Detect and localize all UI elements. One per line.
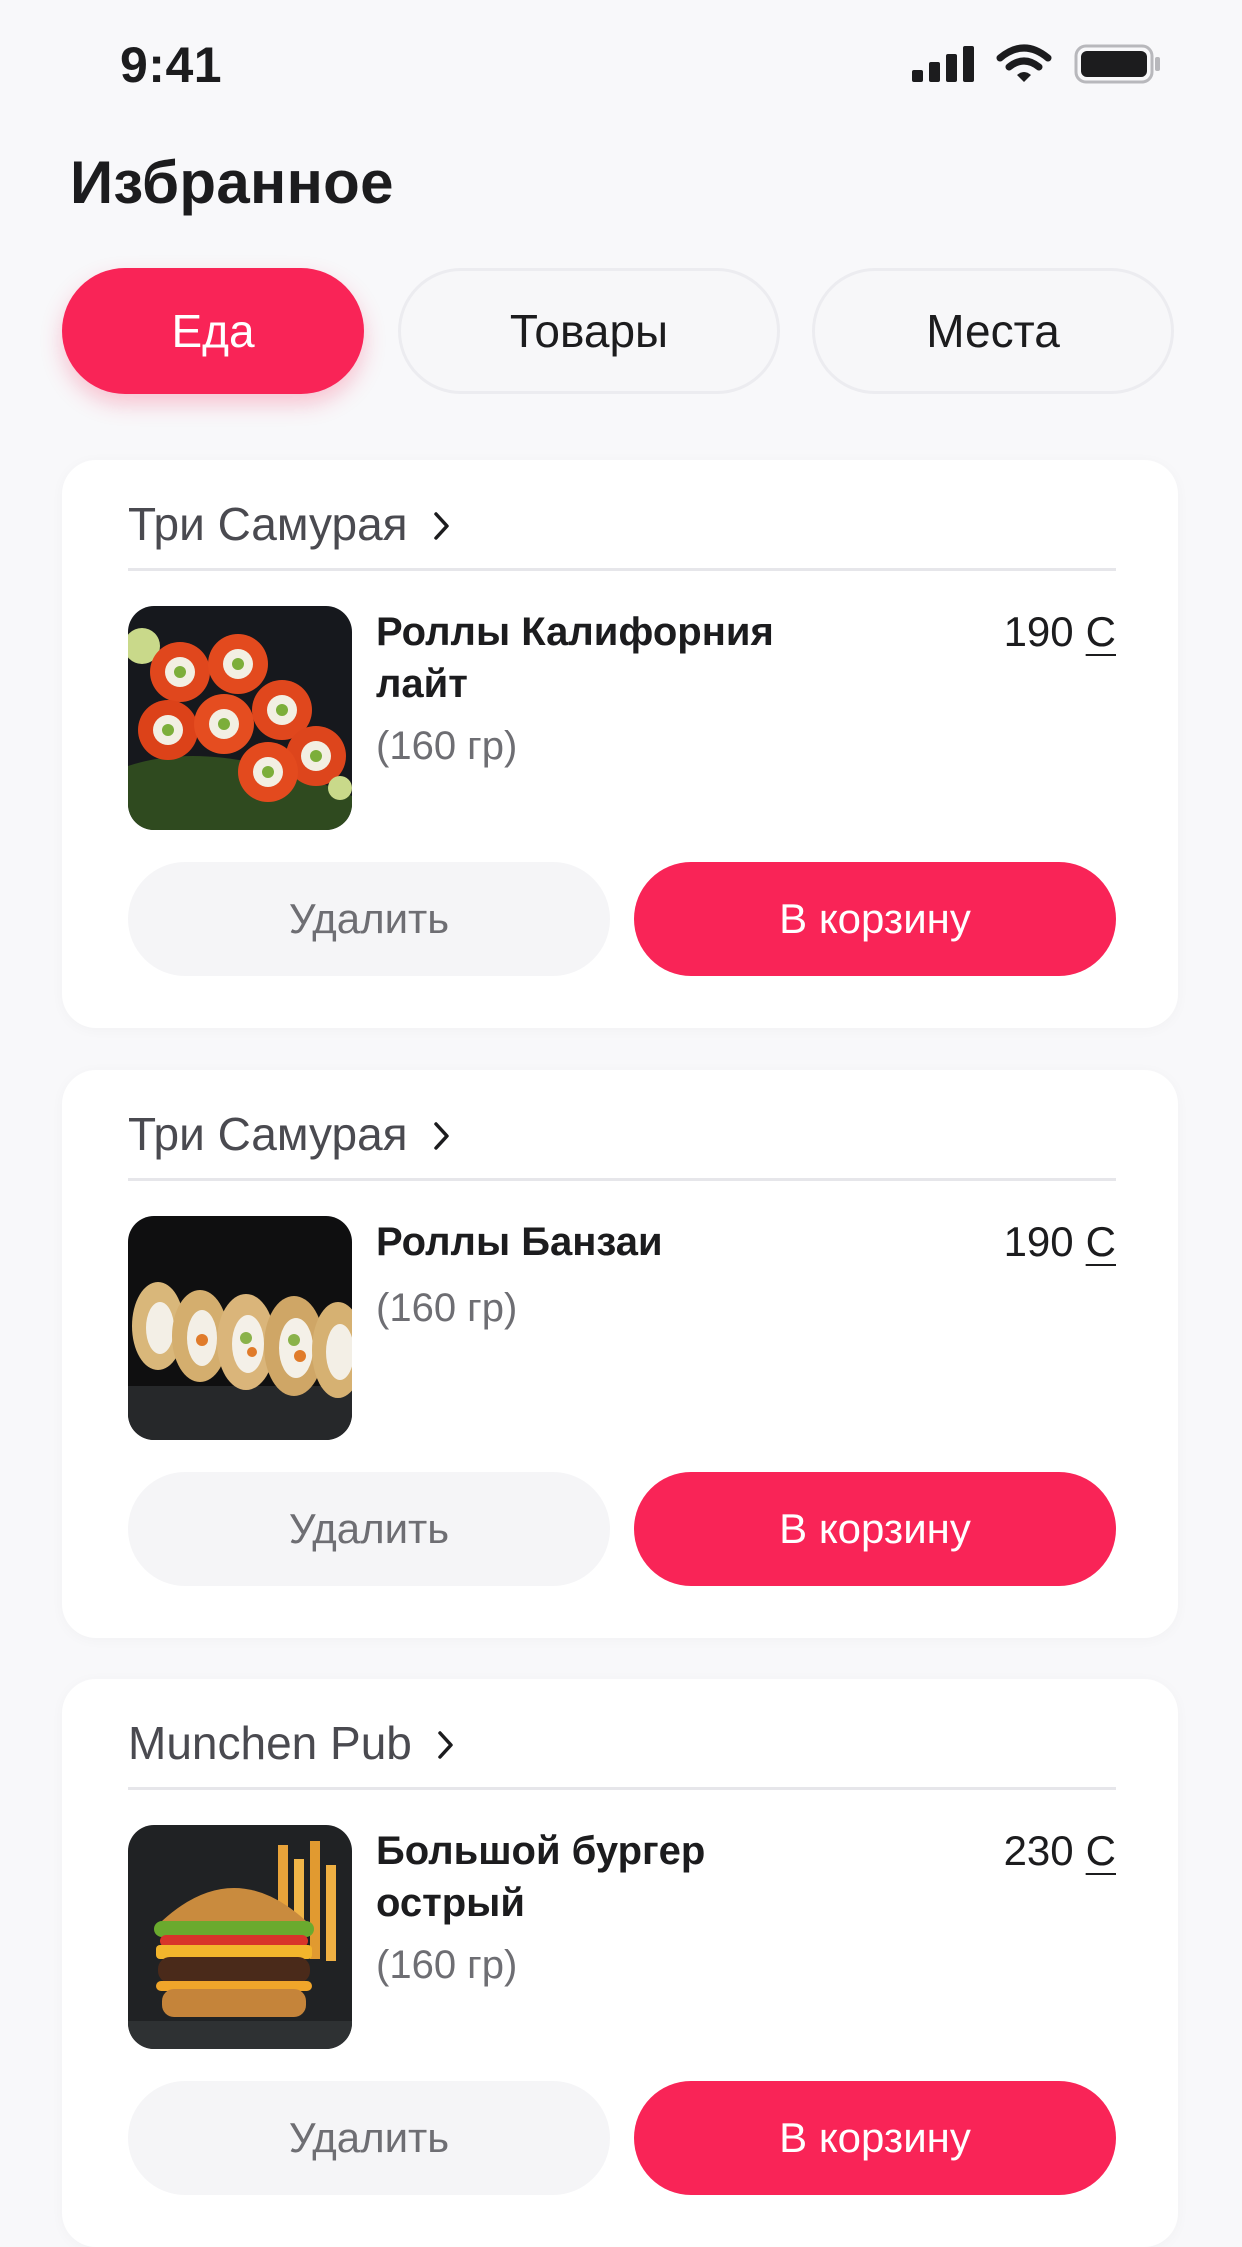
add-to-cart-button[interactable]: В корзину bbox=[634, 2081, 1116, 2195]
product-image[interactable] bbox=[128, 1825, 352, 2049]
favorite-card: Три Самурая Роллы Калифорния лайт (160 г… bbox=[62, 460, 1178, 1028]
product-image[interactable] bbox=[128, 606, 352, 830]
product-price: 230 С bbox=[1004, 1825, 1116, 1877]
product-price: 190 С bbox=[1004, 1216, 1116, 1268]
currency-symbol: С bbox=[1085, 1218, 1116, 1265]
remove-button[interactable]: Удалить bbox=[128, 1472, 610, 1586]
cellular-signal-icon bbox=[912, 46, 974, 82]
chevron-right-icon bbox=[438, 1731, 453, 1759]
tab-goods[interactable]: Товары bbox=[398, 268, 780, 394]
remove-button[interactable]: Удалить bbox=[128, 862, 610, 976]
status-time: 9:41 bbox=[120, 37, 223, 93]
price-value: 190 bbox=[1003, 1218, 1074, 1265]
status-bar: 9:41 bbox=[0, 0, 1242, 130]
add-to-cart-button[interactable]: В корзину bbox=[634, 862, 1116, 976]
shop-name: Три Самурая bbox=[128, 498, 408, 550]
tab-places[interactable]: Места bbox=[812, 268, 1174, 394]
shop-link[interactable]: Три Самурая bbox=[128, 1106, 1116, 1181]
status-icons bbox=[912, 44, 1162, 84]
product-price: 190 С bbox=[1004, 606, 1116, 658]
product-weight: (160 гр) bbox=[376, 724, 518, 768]
chevron-right-icon bbox=[433, 1122, 449, 1150]
remove-button[interactable]: Удалить bbox=[128, 2081, 610, 2195]
chevron-right-icon bbox=[433, 512, 449, 540]
category-tabs: Еда Товары Места bbox=[62, 268, 1174, 394]
page-title: Избранное bbox=[70, 149, 394, 216]
product-weight: (160 гр) bbox=[376, 1286, 518, 1330]
shop-link[interactable]: Три Самурая bbox=[128, 496, 1116, 571]
shop-link[interactable]: Munchen Pub bbox=[128, 1715, 1116, 1790]
price-value: 190 bbox=[1003, 608, 1074, 655]
product-image[interactable] bbox=[128, 1216, 352, 1440]
shop-name: Munchen Pub bbox=[128, 1717, 412, 1769]
product-name[interactable]: Роллы Калифорния лайт bbox=[376, 606, 836, 710]
favorite-card: Три Самурая Роллы Банзаи (160 гр) 190 С … bbox=[62, 1070, 1178, 1638]
currency-symbol: С bbox=[1085, 608, 1116, 655]
shop-name: Три Самурая bbox=[128, 1108, 408, 1160]
tab-food[interactable]: Еда bbox=[62, 268, 364, 394]
currency-symbol: С bbox=[1085, 1827, 1116, 1874]
wifi-icon bbox=[996, 44, 1052, 82]
price-value: 230 bbox=[1003, 1827, 1074, 1874]
battery-icon bbox=[1074, 44, 1160, 84]
favorite-card: Munchen Pub Большой бургер острый (160 г… bbox=[62, 1679, 1178, 2247]
product-name[interactable]: Роллы Банзаи bbox=[376, 1216, 836, 1268]
product-weight: (160 гр) bbox=[376, 1943, 518, 1987]
product-name[interactable]: Большой бургер острый bbox=[376, 1825, 836, 1929]
add-to-cart-button[interactable]: В корзину bbox=[634, 1472, 1116, 1586]
